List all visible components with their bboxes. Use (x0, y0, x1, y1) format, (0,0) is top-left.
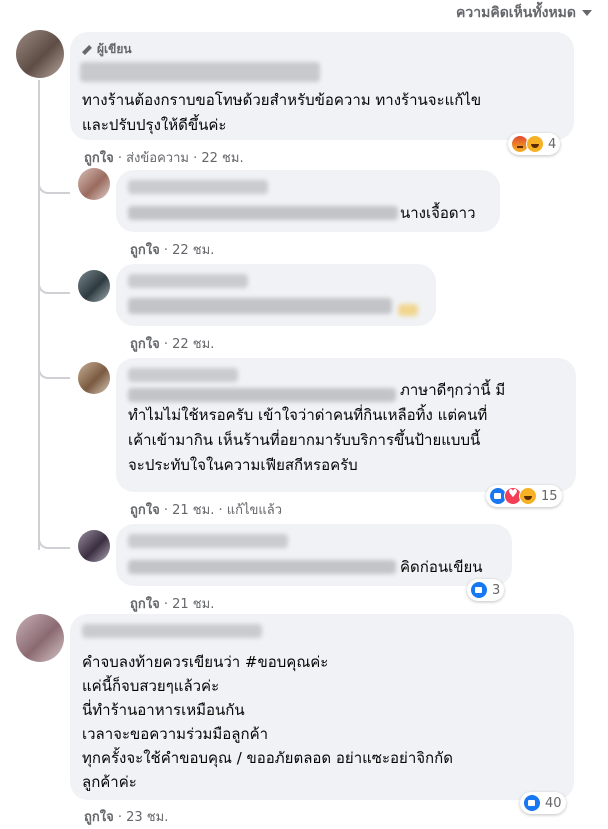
comment-actions: ถูกใจ · 22 ชม. (130, 243, 215, 258)
blurred-text (128, 298, 392, 314)
reaction-count: 4 (548, 136, 557, 152)
comment-text: นางเจื้อดาว (400, 204, 476, 222)
thread-line (38, 80, 40, 550)
blurred-text (128, 388, 396, 402)
comment-text: ภาษาดีๆกว่านี้ มี (400, 381, 506, 399)
comment-text: ทุกครั้งจะใช้คำขอบคุณ / ขออภัยตลอด อย่าแ… (82, 749, 453, 767)
comment-text: และปรับปรุงให้ดีขึ้นค่ะ (82, 116, 227, 134)
haha-icon (526, 135, 544, 153)
blurred-name (82, 624, 262, 638)
comment-text: จะประทับใจในความเฟียสกีหรอครับ (128, 456, 358, 474)
like-link[interactable]: ถูกใจ (130, 503, 160, 518)
like-link[interactable]: ถูกใจ (84, 151, 114, 166)
comment-bubble: ผู้เขียน ทางร้านต้องกราบขอโทษด้วยสำหรับข… (70, 32, 574, 140)
like-link[interactable]: ถูกใจ (130, 597, 160, 612)
comment-actions: ถูกใจ · ส่งข้อความ · 22 ชม. (84, 151, 244, 166)
thread-connector (38, 345, 70, 379)
like-link[interactable]: ถูกใจ (84, 810, 114, 825)
comment-text: นี่ทำร้านอาหารเหมือนกัน (82, 701, 245, 719)
blurred-name (128, 368, 238, 382)
author-badge: ผู้เขียน (82, 40, 132, 59)
comment-bubble: นางเจื้อดาว (116, 170, 500, 232)
comment-text: ทำไมไม่ใช้หรอครับ เข้าใจว่าด่าคนที่กินเห… (128, 406, 488, 424)
like-icon (523, 794, 541, 812)
reaction-count: 15 (541, 488, 558, 504)
timestamp[interactable]: 21 ชม. (172, 597, 214, 612)
comment-text: เวลาจะขอความร่วมมือลูกค้า (82, 725, 269, 743)
avatar[interactable] (78, 168, 110, 200)
reaction-summary[interactable]: 3 (467, 579, 505, 601)
blurred-text (128, 206, 398, 220)
comment-text: คิดก่อนเขียน (400, 558, 483, 576)
reaction-count: 40 (545, 795, 562, 811)
blurred-emoji (398, 304, 418, 316)
blurred-name (128, 534, 288, 548)
reaction-count: 3 (492, 582, 501, 598)
timestamp[interactable]: 22 ชม. (172, 337, 214, 352)
comment-text: ลูกค้าค่ะ (82, 773, 137, 791)
comment-text: เค้าเข้ามากิน เห็นร้านที่อยากมารับบริการ… (128, 431, 481, 449)
like-link[interactable]: ถูกใจ (130, 243, 160, 258)
timestamp[interactable]: 22 ชม. (172, 243, 214, 258)
blurred-text (128, 560, 396, 574)
comment-bubble: ภาษาดีๆกว่านี้ มี ทำไมไม่ใช้หรอครับ เข้า… (116, 358, 576, 492)
comment-bubble: คิดก่อนเขียน (116, 524, 512, 586)
haha-icon (519, 487, 537, 505)
like-link[interactable]: ถูกใจ (130, 337, 160, 352)
avatar[interactable] (78, 270, 110, 302)
timestamp[interactable]: 21 ชม. (172, 503, 214, 518)
thread-connector (38, 160, 70, 194)
avatar[interactable] (16, 614, 64, 662)
pen-icon (82, 44, 92, 55)
reaction-summary[interactable]: 15 (486, 485, 562, 507)
comment-actions: ถูกใจ · 23 ชม. (84, 810, 169, 825)
comment-text: แค่นี้ก็จบสวยๆแล้วค่ะ (82, 677, 220, 695)
all-comments-filter[interactable]: ความคิดเห็นทั้งหมด (456, 2, 592, 24)
blurred-name (128, 180, 268, 194)
thread-connector (38, 260, 70, 294)
comment-bubble (116, 264, 436, 326)
reaction-summary[interactable]: 4 (508, 133, 561, 155)
edited-label[interactable]: แก้ไขแล้ว (227, 503, 282, 518)
avatar[interactable] (78, 530, 110, 562)
comment-actions: ถูกใจ · 22 ชม. (130, 337, 215, 352)
thread-connector (38, 515, 70, 549)
comment-text: ทางร้านต้องกราบขอโทษด้วยสำหรับข้อความ ทา… (82, 91, 482, 109)
all-comments-label: ความคิดเห็นทั้งหมด (456, 5, 576, 21)
comment-text: คำจบลงท้ายควรเขียนว่า #ขอบคุณค่ะ (82, 653, 329, 671)
blurred-name (128, 274, 248, 288)
blurred-name (80, 62, 320, 82)
timestamp[interactable]: 22 ชม. (201, 151, 243, 166)
reaction-summary[interactable]: 40 (520, 792, 566, 814)
comment-actions: ถูกใจ · 21 ชม. (130, 597, 215, 612)
send-message-link[interactable]: ส่งข้อความ (126, 151, 189, 166)
avatar[interactable] (78, 362, 110, 394)
comment-bubble: คำจบลงท้ายควรเขียนว่า #ขอบคุณค่ะ แค่นี้ก… (70, 614, 574, 800)
like-icon (470, 581, 488, 599)
avatar[interactable] (16, 30, 64, 78)
chevron-down-icon (582, 10, 592, 16)
comment-actions: ถูกใจ · 21 ชม. · แก้ไขแล้ว (130, 503, 283, 518)
timestamp[interactable]: 23 ชม. (126, 810, 168, 825)
